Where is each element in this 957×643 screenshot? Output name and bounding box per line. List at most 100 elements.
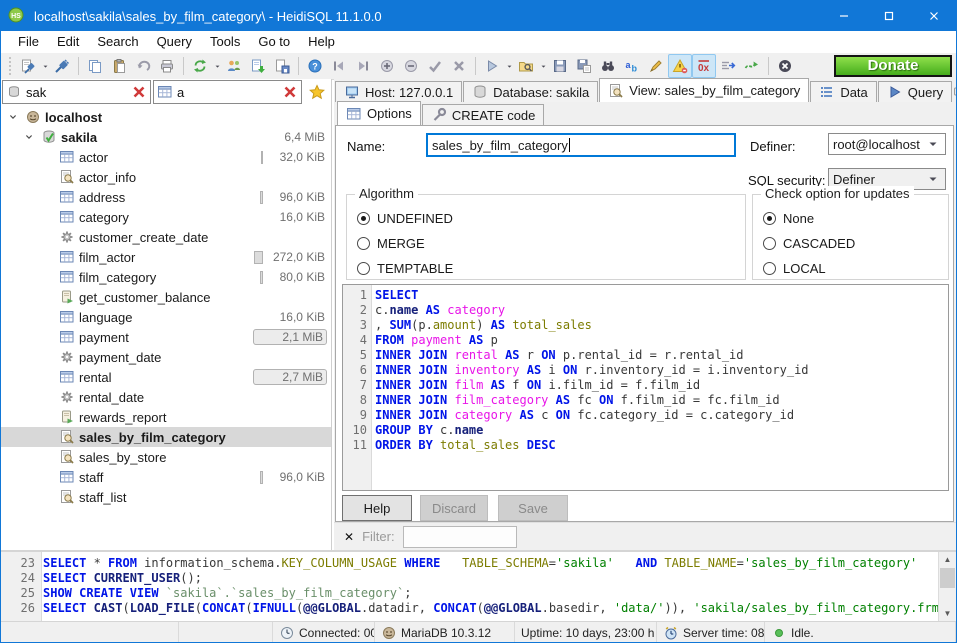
load-sql-file-button[interactable] xyxy=(514,54,538,78)
tree-item-sales_by_film_category[interactable]: sales_by_film_category xyxy=(1,427,331,447)
clear-filter-icon[interactable] xyxy=(282,84,298,100)
scroll-down-icon[interactable]: ▼ xyxy=(939,606,956,621)
database-filter-box[interactable]: sak xyxy=(2,80,151,104)
tree-item-rewards_report[interactable]: rewards_report xyxy=(1,407,331,427)
donate-button[interactable]: Donate xyxy=(834,55,952,77)
refresh-dropdown-icon[interactable] xyxy=(212,55,222,77)
tree-item-payment_date[interactable]: payment_date xyxy=(1,347,331,367)
highlight-errors-button[interactable] xyxy=(668,54,692,78)
menu-file[interactable]: File xyxy=(9,31,48,53)
scroll-thumb[interactable] xyxy=(940,568,955,588)
session-manager-button[interactable] xyxy=(16,54,40,78)
subtab-options[interactable]: Options xyxy=(337,101,421,125)
radio-algorithm-merge[interactable]: MERGE xyxy=(357,235,745,251)
tree-item-actor[interactable]: actor32,0 KiB xyxy=(1,147,331,167)
tree-item-language[interactable]: language16,0 KiB xyxy=(1,307,331,327)
radio-check-option-cascaded[interactable]: CASCADED xyxy=(763,235,948,251)
discard-button[interactable]: Discard xyxy=(420,495,488,521)
menu-go-to[interactable]: Go to xyxy=(249,31,299,53)
view-sql-editor[interactable]: 1SELECT2c.name AS category3, SUM(p.amoun… xyxy=(342,284,949,491)
log-scrollbar[interactable]: ▲ ▼ xyxy=(938,552,956,621)
tree-item-localhost[interactable]: localhost xyxy=(1,107,331,127)
undo-button[interactable] xyxy=(131,54,155,78)
new-query-tab-button[interactable] xyxy=(953,82,957,102)
stop-process-button[interactable] xyxy=(773,54,797,78)
print-button[interactable] xyxy=(155,54,179,78)
find-text-button[interactable] xyxy=(596,54,620,78)
tree-item-staff_list[interactable]: staff_list xyxy=(1,487,331,507)
post-changes-button[interactable] xyxy=(423,54,447,78)
tab-data[interactable]: Data xyxy=(810,81,876,102)
table-filter-input[interactable]: a xyxy=(177,85,278,100)
definer-combobox[interactable]: root@localhost xyxy=(828,133,946,155)
tab-view-sales-by-film-category[interactable]: View: sales_by_film_category xyxy=(599,78,809,102)
close-filter-button[interactable]: ✕ xyxy=(344,530,354,544)
menu-edit[interactable]: Edit xyxy=(48,31,88,53)
filter-input[interactable] xyxy=(403,526,517,548)
tab-host-127-0-0-1[interactable]: Host: 127.0.0.1 xyxy=(335,81,462,102)
clear-filter-icon[interactable] xyxy=(131,84,147,100)
reconnect-button[interactable] xyxy=(740,54,764,78)
run-query-dropdown-icon[interactable] xyxy=(504,55,514,77)
tree-item-actor_info[interactable]: actor_info xyxy=(1,167,331,187)
delete-row-button[interactable] xyxy=(399,54,423,78)
paste-button[interactable] xyxy=(107,54,131,78)
sql-log-panel[interactable]: 23SELECT * FROM information_schema.KEY_C… xyxy=(1,550,956,621)
session-manager-dropdown-icon[interactable] xyxy=(40,55,50,77)
tree-item-address[interactable]: address96,0 KiB xyxy=(1,187,331,207)
table-filter-box[interactable]: a xyxy=(153,80,302,104)
database-filter-input[interactable]: sak xyxy=(26,85,127,100)
tree-item-rental[interactable]: rental2,7 MiB xyxy=(1,367,331,387)
save-button[interactable]: Save xyxy=(498,495,568,521)
load-sql-file-dropdown-icon[interactable] xyxy=(538,55,548,77)
tree-item-get_customer_balance[interactable]: get_customer_balance xyxy=(1,287,331,307)
copy-button[interactable] xyxy=(83,54,107,78)
maximize-button[interactable] xyxy=(866,1,911,31)
menu-search[interactable]: Search xyxy=(88,31,147,53)
menu-tools[interactable]: Tools xyxy=(201,31,249,53)
export-database-button[interactable] xyxy=(246,54,270,78)
tab-query[interactable]: Query xyxy=(878,81,952,102)
hex-view-button[interactable]: 0x xyxy=(692,54,716,78)
tree-item-film_actor[interactable]: film_actor272,0 KiB xyxy=(1,247,331,267)
menu-query[interactable]: Query xyxy=(148,31,201,53)
subtab-create-code[interactable]: CREATE code xyxy=(422,104,545,125)
cancel-editing-button[interactable] xyxy=(447,54,471,78)
tree-item-staff[interactable]: staff96,0 KiB xyxy=(1,467,331,487)
set-parameters-button[interactable] xyxy=(716,54,740,78)
expand-chevron-icon[interactable] xyxy=(5,109,21,125)
radio-algorithm-temptable[interactable]: TEMPTABLE xyxy=(357,260,745,276)
refresh-button[interactable] xyxy=(188,54,212,78)
radio-check-option-local[interactable]: LOCAL xyxy=(763,260,948,276)
reformat-sql-button[interactable] xyxy=(644,54,668,78)
tree-item-category[interactable]: category16,0 KiB xyxy=(1,207,331,227)
go-last-button[interactable] xyxy=(351,54,375,78)
menu-help[interactable]: Help xyxy=(299,31,344,53)
save-snippet-button[interactable] xyxy=(270,54,294,78)
favorites-button[interactable] xyxy=(304,80,330,104)
user-manager-button[interactable] xyxy=(222,54,246,78)
help-button[interactable]: ? xyxy=(303,54,327,78)
tree-item-sakila[interactable]: sakila6,4 MiB xyxy=(1,127,331,147)
tree-item-customer_create_date[interactable]: customer_create_date xyxy=(1,227,331,247)
replace-text-button[interactable]: ab xyxy=(620,54,644,78)
insert-row-button[interactable] xyxy=(375,54,399,78)
tree-item-rental_date[interactable]: rental_date xyxy=(1,387,331,407)
disconnect-button[interactable] xyxy=(50,54,74,78)
close-button[interactable] xyxy=(911,1,956,31)
radio-algorithm-undefined[interactable]: UNDEFINED xyxy=(357,210,745,226)
tab-database-sakila[interactable]: Database: sakila xyxy=(463,81,598,102)
minimize-button[interactable] xyxy=(821,1,866,31)
run-query-button[interactable] xyxy=(480,54,504,78)
view-name-input[interactable]: sales_by_film_category xyxy=(426,133,736,157)
scroll-up-icon[interactable]: ▲ xyxy=(939,552,956,567)
tree-item-payment[interactable]: payment2,1 MiB xyxy=(1,327,331,347)
save-sql-as-button[interactable] xyxy=(572,54,596,78)
radio-check-option-none[interactable]: None xyxy=(763,210,948,226)
tree-item-film_category[interactable]: film_category80,0 KiB xyxy=(1,267,331,287)
tree-item-sales_by_store[interactable]: sales_by_store xyxy=(1,447,331,467)
save-sql-button[interactable] xyxy=(548,54,572,78)
expand-chevron-icon[interactable] xyxy=(21,129,37,145)
go-first-button[interactable] xyxy=(327,54,351,78)
help-button[interactable]: Help xyxy=(342,495,412,521)
